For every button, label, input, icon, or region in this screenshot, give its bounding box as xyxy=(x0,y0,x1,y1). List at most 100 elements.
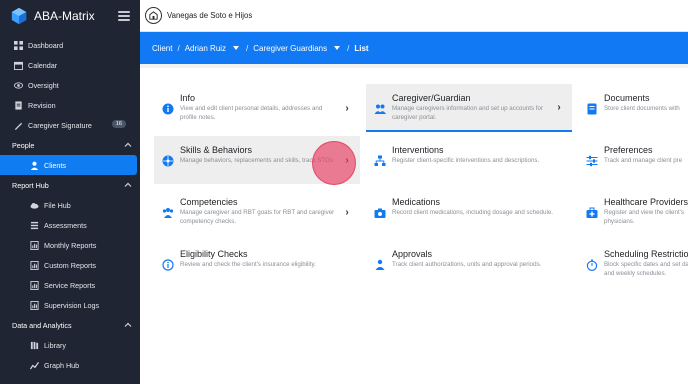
sidebar-item-label: Calendar xyxy=(28,60,58,70)
sidebar-item-label: Assessments xyxy=(44,220,87,230)
chevron-right-icon: › xyxy=(557,101,561,113)
library-icon xyxy=(30,341,39,350)
sidebar-item-label: Service Reports xyxy=(44,280,96,290)
card-documents[interactable]: Documents Store client documents with xyxy=(578,84,688,132)
sidebar-item-monthly-reports[interactable]: Monthly Reports xyxy=(0,235,140,255)
card-description: Manage caregivers information and set up… xyxy=(392,105,543,121)
sidebar-item-label: Supervision Logs xyxy=(44,300,100,310)
sidebar-item-graph-hub[interactable]: Graph Hub xyxy=(0,355,140,375)
report-icon xyxy=(30,280,39,290)
sidebar-nav: Dashboard Calendar Oversight Revision Ca… xyxy=(0,35,140,375)
card-title: Eligibility Checks xyxy=(180,249,248,259)
medical-camera-icon xyxy=(374,206,386,218)
users-icon xyxy=(374,102,386,114)
sidebar-item-calendar[interactable]: Calendar xyxy=(0,55,140,75)
card-healthcare-providers[interactable]: Healthcare Providers Register and view t… xyxy=(578,188,688,236)
card-description: Track client authorizations, units and a… xyxy=(392,261,542,268)
info-outline-icon xyxy=(162,258,174,271)
user-icon xyxy=(30,161,39,170)
card-info[interactable]: Info View and edit client personal detai… xyxy=(154,84,360,132)
sidebar-item-caregiver-signature[interactable]: Caregiver Signature 16 xyxy=(0,115,140,135)
breadcrumb-section[interactable]: Caregiver Guardians xyxy=(253,44,327,53)
sidebar-item-assessments[interactable]: Assessments xyxy=(0,215,140,235)
info-icon xyxy=(162,102,174,115)
card-title: Caregiver/Guardian xyxy=(392,93,471,103)
top-header: Vanegas de Soto e Hijos xyxy=(140,0,688,32)
signature-icon xyxy=(14,121,23,130)
organization-logo-icon xyxy=(145,7,162,24)
breadcrumb: Client / Adrian Ruiz / Caregiver Guardia… xyxy=(140,32,688,64)
card-description: Record client medications, including dos… xyxy=(392,209,553,216)
sidebar-item-service-reports[interactable]: Service Reports xyxy=(0,275,140,295)
sidebar-section-data-analytics[interactable]: Data and Analytics xyxy=(0,315,140,335)
stopwatch-icon xyxy=(586,258,598,272)
card-title: Scheduling Restrictions xyxy=(604,249,688,259)
list-icon xyxy=(30,221,39,230)
chevron-up-icon xyxy=(124,322,132,327)
card-description: Block specific dates and set daily and w… xyxy=(604,261,688,277)
section-label: People xyxy=(12,140,35,150)
card-description: Register client-specific interventions a… xyxy=(392,157,540,164)
card-preferences[interactable]: Preferences Track and manage client pre xyxy=(578,136,688,184)
sidebar-item-oversight[interactable]: Oversight xyxy=(0,75,140,95)
sliders-icon xyxy=(586,154,598,167)
sidebar-item-library[interactable]: Library xyxy=(0,335,140,355)
card-description: View and edit client personal details, a… xyxy=(180,105,323,121)
network-icon xyxy=(162,154,174,167)
card-title: Approvals xyxy=(392,249,433,259)
card-approvals[interactable]: Approvals Track client authorizations, u… xyxy=(366,240,572,288)
organization-name: Vanegas de Soto e Hijos xyxy=(167,11,253,20)
sidebar-item-label: Library xyxy=(44,340,66,350)
sidebar-item-custom-reports[interactable]: Custom Reports xyxy=(0,255,140,275)
signature-count-badge: 16 xyxy=(111,120,126,128)
sidebar-item-label: Oversight xyxy=(28,80,59,90)
eye-icon xyxy=(14,81,23,90)
card-caregiver-guardian[interactable]: Caregiver/Guardian Manage caregivers inf… xyxy=(366,84,572,132)
cloud-icon xyxy=(30,201,39,210)
sidebar-item-label: Graph Hub xyxy=(44,360,80,370)
sidebar-item-dashboard[interactable]: Dashboard xyxy=(0,35,140,55)
card-description: Track and manage client pre xyxy=(604,157,683,164)
card-medications[interactable]: Medications Record client medications, i… xyxy=(366,188,572,236)
sidebar-item-clients[interactable]: Clients xyxy=(0,155,137,175)
breadcrumb-separator: / xyxy=(177,43,180,53)
caret-down-icon[interactable] xyxy=(334,46,341,50)
breadcrumb-client-name[interactable]: Adrian Ruiz xyxy=(185,44,226,53)
users-icon xyxy=(162,206,174,218)
sidebar-item-label: Custom Reports xyxy=(44,260,96,270)
card-title: Preferences xyxy=(604,145,653,155)
breadcrumb-separator: / xyxy=(246,43,249,53)
breadcrumb-current: List xyxy=(354,43,369,53)
breadcrumb-client[interactable]: Client xyxy=(152,44,172,53)
sidebar-item-file-hub[interactable]: File Hub xyxy=(0,195,140,215)
card-description: Store client documents with xyxy=(604,105,680,112)
report-icon xyxy=(30,240,39,250)
caret-down-icon[interactable] xyxy=(233,46,240,50)
card-eligibility-checks[interactable]: Eligibility Checks Review and check the … xyxy=(154,240,360,288)
card-description: Review and check the client's insurance … xyxy=(180,261,316,268)
calendar-icon xyxy=(14,61,23,70)
card-competencies[interactable]: Competencies Manage caregiver and RBT go… xyxy=(154,188,360,236)
card-title: Medications xyxy=(392,197,441,207)
sidebar-item-supervision-logs[interactable]: Supervision Logs xyxy=(0,295,140,315)
breadcrumb-separator: / xyxy=(347,43,350,53)
sidebar-section-report-hub[interactable]: Report Hub xyxy=(0,175,140,195)
card-title: Info xyxy=(180,93,196,103)
sidebar-item-label: File Hub xyxy=(44,200,71,210)
chevron-right-icon: › xyxy=(345,102,349,114)
touch-indicator xyxy=(312,141,356,185)
card-description: Manage caregiver and RBT goals for RBT a… xyxy=(180,209,335,225)
card-title: Documents xyxy=(604,93,650,103)
chevron-right-icon: › xyxy=(345,206,349,218)
user-check-icon xyxy=(374,258,386,270)
chevron-up-icon xyxy=(124,182,132,187)
card-description: Register and view the client's physician… xyxy=(604,209,684,225)
card-scheduling-restrictions[interactable]: Scheduling Restrictions Block specific d… xyxy=(578,240,688,288)
sidebar-item-label: Clients xyxy=(44,160,66,170)
app-name: ABA-Matrix xyxy=(34,9,95,23)
sidebar-section-people[interactable]: People xyxy=(0,135,140,155)
card-interventions[interactable]: Interventions Register client-specific i… xyxy=(366,136,572,184)
card-title: Competencies xyxy=(180,197,238,207)
sidebar-item-revision[interactable]: Revision xyxy=(0,95,140,115)
menu-toggle-icon[interactable] xyxy=(118,11,130,21)
